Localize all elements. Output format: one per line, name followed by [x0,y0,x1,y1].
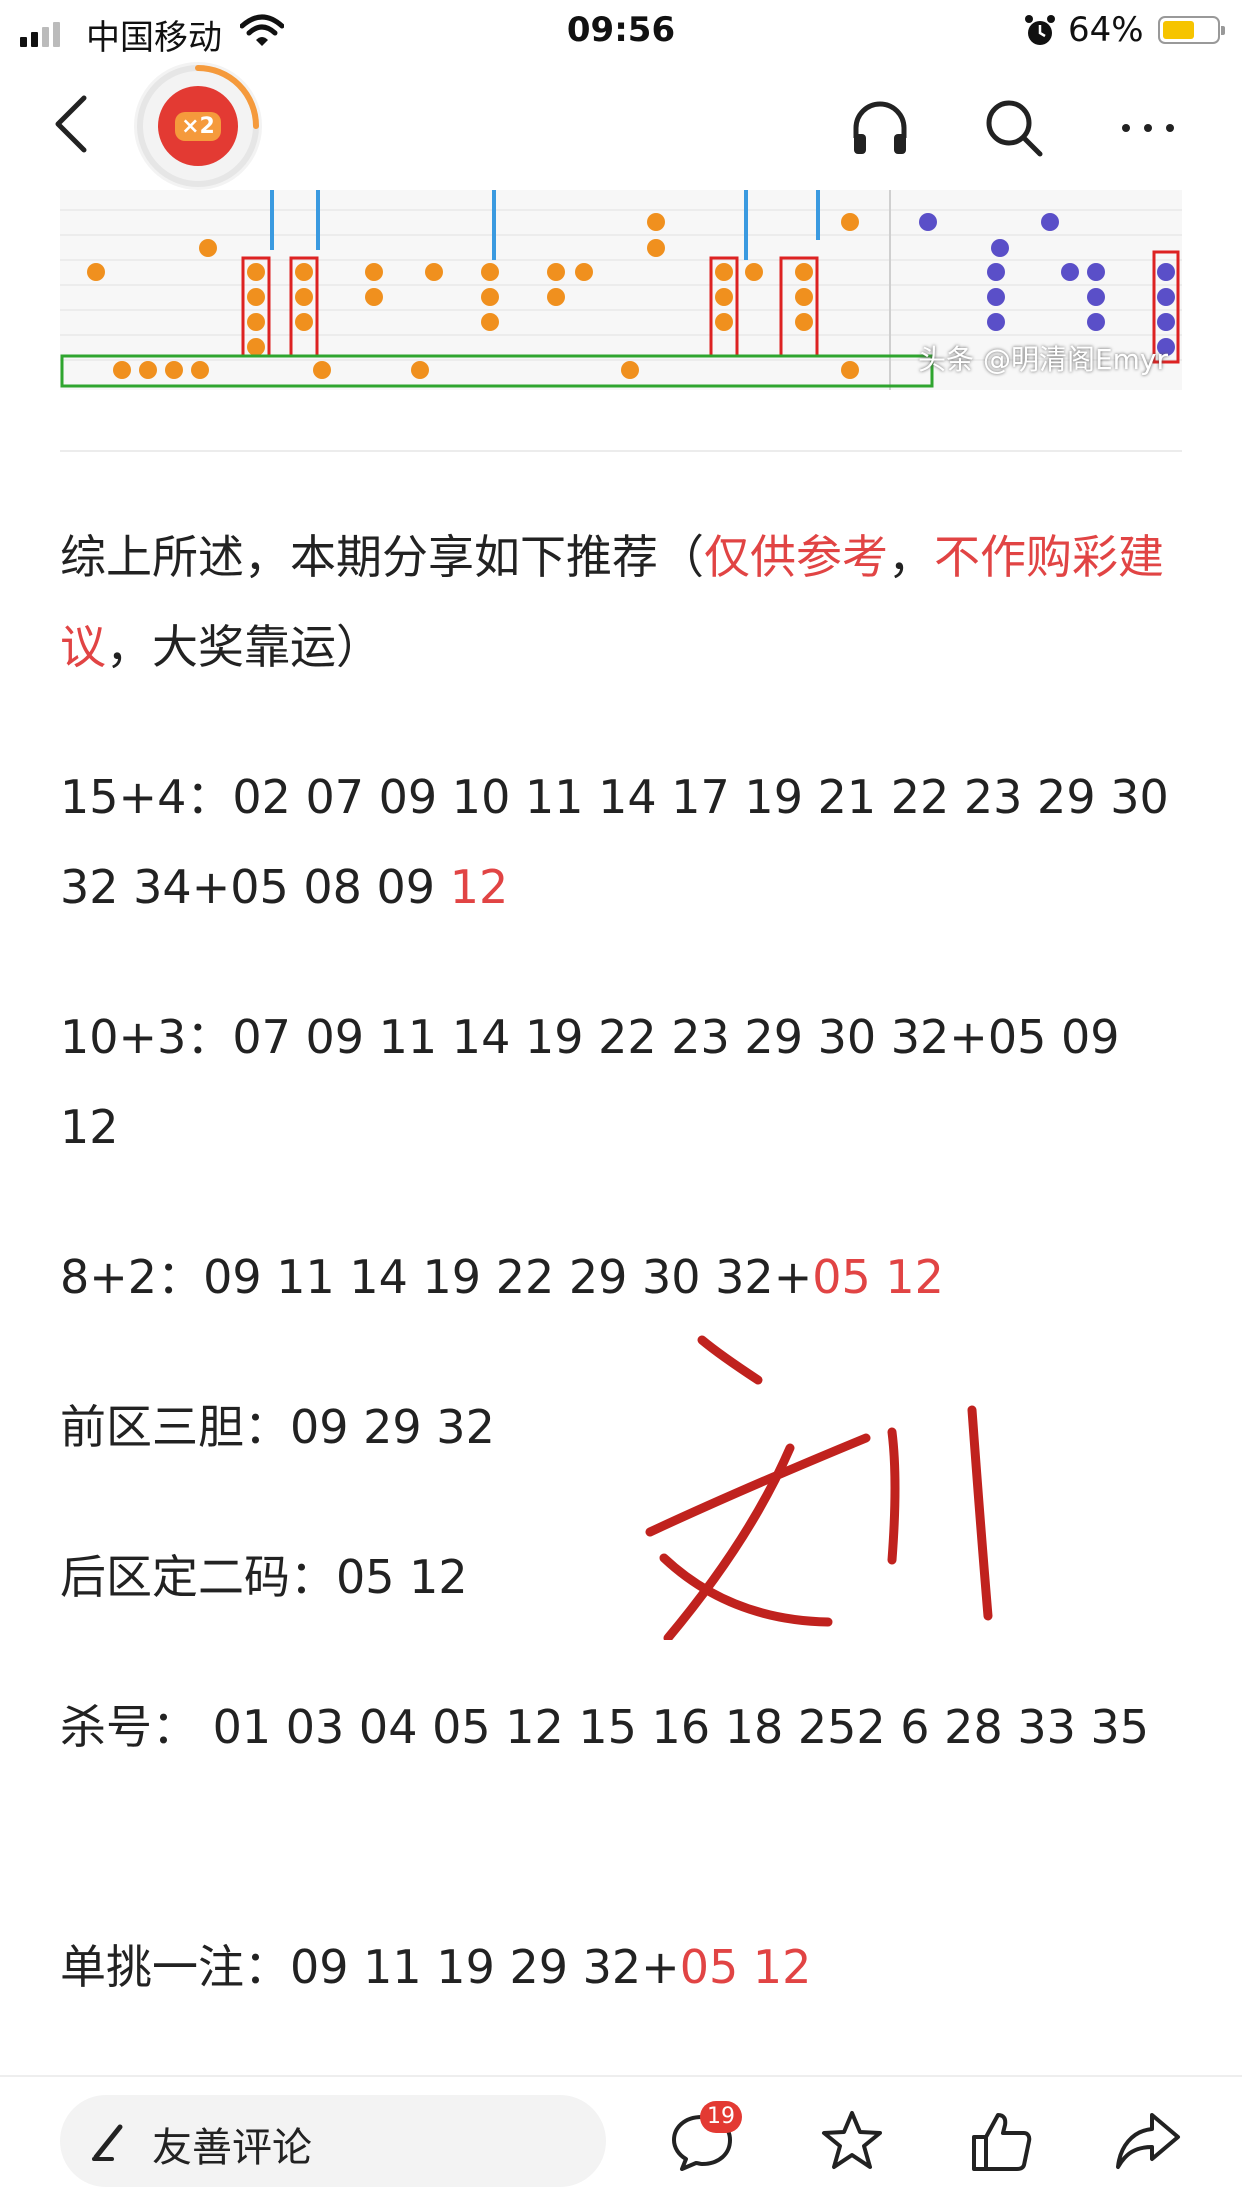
intro-suffix: ，大奖靠运） [106,620,382,674]
like-icon[interactable] [968,2107,1036,2175]
headphones-icon[interactable] [848,96,912,160]
recommend-highlight: 05 12 [812,1250,944,1304]
recommend-text: 杀号： 01 03 04 05 12 15 16 18 252 6 28 33 … [60,1700,1150,1754]
recommend-15-4: 15+4：02 07 09 10 11 14 17 19 21 22 23 29… [60,752,1190,932]
recommend-text: 单挑一注：09 11 19 29 32+ [60,1940,680,1994]
recommend-highlight: 12 [449,860,509,914]
intro-highlight-1: 仅供参考 [704,530,888,584]
search-icon[interactable] [982,96,1046,160]
battery-percent: 64% [1068,10,1144,50]
intro-text: 综上所述，本期分享如下推荐（ [60,530,704,584]
battery-fill [1163,21,1195,39]
status-bar: 中国移动 09:56 64% [0,0,1242,62]
recommend-text: 10+3：07 09 11 14 19 22 23 29 30 32+05 09… [60,1010,1120,1154]
recommend-text: 前区三胆：09 29 32 [60,1400,495,1454]
more-icon[interactable] [1116,96,1180,160]
pen-icon [92,2124,123,2161]
kill-numbers: 杀号： 01 03 04 05 12 15 16 18 252 6 28 33 … [60,1682,1190,1772]
recommend-8-2: 8+2：09 11 14 19 22 29 30 32+05 12 [60,1232,1190,1322]
share-icon[interactable] [1114,2107,1182,2175]
badge-multiplier: ×2 [175,111,221,141]
nav-bar: ×2 [0,62,1242,190]
front-three-picks: 前区三胆：09 29 32 [60,1382,1190,1472]
star-icon[interactable] [818,2107,886,2175]
recommend-10-3: 10+3：07 09 11 14 19 22 23 29 30 32+05 09… [60,992,1190,1172]
comment-count-badge: 19 [700,2101,742,2133]
back-two-picks: 后区定二码：05 12 [60,1532,1190,1622]
single-pick: 单挑一注：09 11 19 29 32+05 12 [60,1922,1190,2012]
recommend-highlight: 05 12 [679,1940,812,1994]
recommend-text: 后区定二码：05 12 [60,1550,468,1604]
comment-input[interactable]: 友善评论 [60,2095,606,2187]
intro-comma: ， [888,530,934,584]
red-envelope-icon: ×2 [158,86,238,166]
trend-chart-image[interactable]: 头条 @明清阁Emyr [60,190,1182,390]
bottom-bar: 友善评论 19 [0,2075,1242,2210]
alarm-icon [1025,15,1055,45]
handwritten-mark [645,1335,993,1640]
battery-icon [1158,16,1225,44]
recommend-text: 15+4：02 07 09 10 11 14 17 19 21 22 23 29… [60,770,1169,914]
reward-badge-button[interactable]: ×2 [134,62,262,190]
image-watermark: 头条 @明清阁Emyr [918,343,1168,376]
intro-paragraph: 综上所述，本期分享如下推荐（仅供参考，不作购彩建议，大奖靠运） [60,512,1190,692]
comment-placeholder: 友善评论 [152,2125,312,2171]
back-icon[interactable] [48,92,98,156]
divider [60,450,1182,452]
recommend-text: 8+2：09 11 14 19 22 29 30 32+ [60,1250,813,1304]
